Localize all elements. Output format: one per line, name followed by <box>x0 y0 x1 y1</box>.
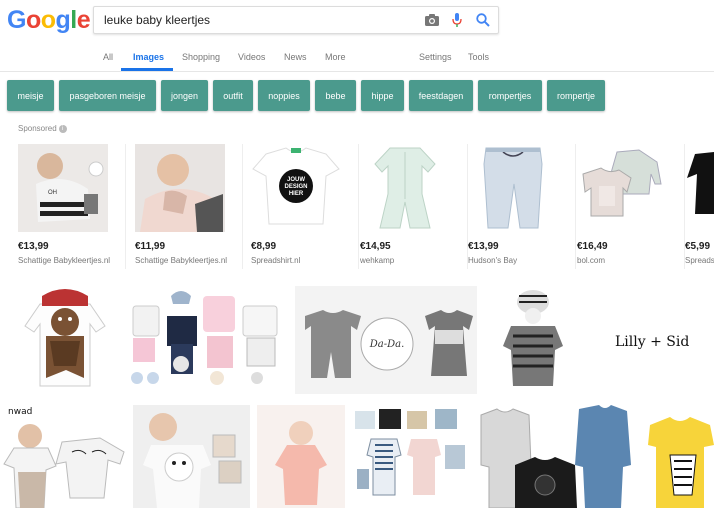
tab-images[interactable]: Images <box>133 52 164 62</box>
product-image[interactable] <box>468 144 558 232</box>
image-result[interactable] <box>475 405 635 508</box>
tab-news[interactable]: News <box>284 52 307 62</box>
svg-text:OH: OH <box>48 190 57 196</box>
chip-jongen[interactable]: jongen <box>161 80 208 111</box>
header: Google leuke baby kleertjes All Images S… <box>0 0 714 72</box>
product-card[interactable]: €11,99 Schattige Babykleertjes.nl <box>135 144 243 269</box>
product-card[interactable]: €16,49 bol.com <box>577 144 685 269</box>
chip-rompertje[interactable]: rompertje <box>547 80 605 111</box>
brand-text: nwad <box>8 407 32 417</box>
product-price: €14,95 <box>360 241 391 252</box>
image-result[interactable] <box>125 286 290 394</box>
chip-hippe[interactable]: hippe <box>361 80 404 111</box>
product-image[interactable]: JOUW DESIGN HIER <box>251 144 341 232</box>
image-result[interactable] <box>640 405 714 508</box>
camera-icon[interactable] <box>424 12 440 28</box>
tab-settings[interactable]: Settings <box>419 52 452 62</box>
chip-meisje[interactable]: meisje <box>7 80 54 111</box>
product-card[interactable]: OH €13,99 Schattige Babykleertjes.nl <box>18 144 126 269</box>
chip-feestdagen[interactable]: feestdagen <box>409 80 473 111</box>
product-card[interactable]: €13,99 Hudson's Bay <box>468 144 576 269</box>
tab-tools[interactable]: Tools <box>468 52 489 62</box>
product-price: €13,99 <box>18 241 49 252</box>
image-result[interactable] <box>257 405 345 508</box>
image-result[interactable] <box>10 286 120 394</box>
product-image[interactable]: OH <box>18 144 108 232</box>
product-image[interactable] <box>685 144 714 232</box>
tab-all[interactable]: All <box>103 52 113 62</box>
design-text: JOUW <box>287 177 305 183</box>
product-image[interactable] <box>135 144 225 232</box>
product-price: €11,99 <box>135 241 166 252</box>
image-result[interactable]: Da-Da. <box>295 286 477 394</box>
logo-letter: o <box>25 6 41 34</box>
search-box[interactable]: leuke baby kleertjes <box>93 6 499 34</box>
product-store[interactable]: wehkamp <box>360 256 394 265</box>
divider <box>358 144 359 269</box>
product-price: €5,99 <box>685 241 711 252</box>
tab-videos[interactable]: Videos <box>238 52 265 62</box>
chip-noppies[interactable]: noppies <box>258 80 310 111</box>
product-store[interactable]: Schattige Babykleertjes.nl <box>18 256 110 265</box>
tab-shopping[interactable]: Shopping <box>182 52 220 62</box>
logo-letter: e <box>76 6 91 34</box>
product-image[interactable] <box>360 144 450 232</box>
brand-text: Da-Da. <box>369 339 405 350</box>
product-card[interactable]: €5,99 Spreads <box>685 144 714 269</box>
search-tabs: All Images Shopping Videos News More Set… <box>0 50 714 72</box>
active-tab-indicator <box>121 68 173 71</box>
sponsored-label: Sponsored i <box>18 124 67 133</box>
image-result[interactable] <box>133 405 250 508</box>
image-result[interactable]: nwad <box>0 402 130 508</box>
search-input[interactable]: leuke baby kleertjes <box>104 13 210 27</box>
google-logo[interactable]: Google <box>7 6 91 35</box>
product-store[interactable]: Spreadshirt.nl <box>251 256 300 265</box>
logo-letter: G <box>7 6 26 34</box>
chip-outfit[interactable]: outfit <box>213 80 253 111</box>
design-text: DESIGN <box>284 184 307 190</box>
product-card[interactable]: JOUW DESIGN HIER €8,99 Spreadshirt.nl <box>251 144 359 269</box>
logo-letter: o <box>40 6 56 34</box>
chip-bebe[interactable]: bebe <box>315 80 356 111</box>
product-store[interactable]: Hudson's Bay <box>468 256 517 265</box>
brand-text: Lilly + Sid <box>615 334 689 350</box>
microphone-icon[interactable] <box>449 12 465 28</box>
product-store[interactable]: bol.com <box>577 256 605 265</box>
product-price: €13,99 <box>468 241 499 252</box>
design-text: HIER <box>289 191 304 197</box>
product-card[interactable]: €14,95 wehkamp <box>360 144 468 269</box>
product-store[interactable]: Spreads <box>685 256 714 265</box>
chip-pasgeboren-meisje[interactable]: pasgeboren meisje <box>59 80 156 111</box>
product-price: €16,49 <box>577 241 608 252</box>
search-icon[interactable] <box>475 12 491 28</box>
sponsored-text: Sponsored <box>18 124 57 133</box>
product-image[interactable] <box>577 144 667 232</box>
product-store[interactable]: Schattige Babykleertjes.nl <box>135 256 227 265</box>
chip-rompertjes[interactable]: rompertjes <box>478 80 542 111</box>
image-result[interactable] <box>351 405 468 508</box>
related-search-chips: meisje pasgeboren meisje jongen outfit n… <box>0 80 714 112</box>
tab-more[interactable]: More <box>325 52 346 62</box>
image-result[interactable] <box>483 286 593 394</box>
divider <box>575 144 576 269</box>
divider <box>125 144 126 269</box>
image-result[interactable]: Lilly + Sid <box>603 286 714 394</box>
product-price: €8,99 <box>251 241 277 252</box>
logo-letter: g <box>55 6 71 34</box>
info-icon[interactable]: i <box>58 124 67 133</box>
divider <box>242 144 243 269</box>
